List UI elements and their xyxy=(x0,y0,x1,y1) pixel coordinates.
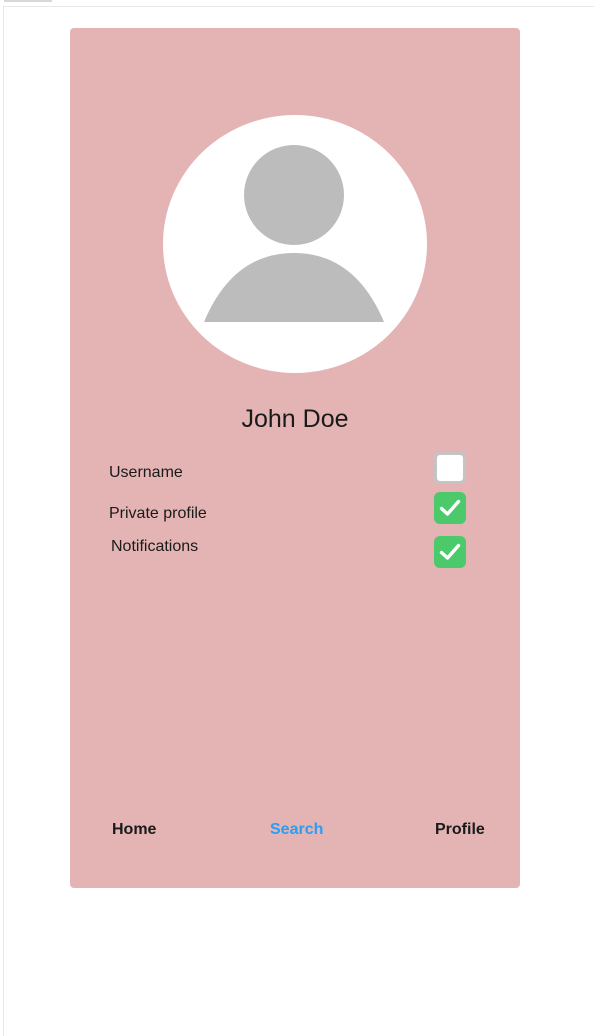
profile-name: John Doe xyxy=(241,405,349,433)
private-profile-checkbox[interactable] xyxy=(434,492,466,524)
nav-home[interactable]: Home xyxy=(112,821,156,839)
nav-profile[interactable]: Profile xyxy=(435,821,485,839)
setting-label-notifications: Notifications xyxy=(111,538,199,555)
profile-card: John Doe Username Private profile Notifi… xyxy=(70,28,520,888)
checkmark-icon xyxy=(439,543,461,560)
viewport: John Doe Username Private profile Notifi… xyxy=(0,0,594,1036)
window-left-border xyxy=(3,6,4,1036)
username-checkbox[interactable] xyxy=(434,452,466,484)
checkmark-icon xyxy=(439,499,461,516)
window-edge-tab xyxy=(4,0,52,2)
setting-label-private-profile: Private profile xyxy=(109,505,207,522)
window-top-border xyxy=(3,6,594,7)
setting-label-username: Username xyxy=(109,464,183,481)
notifications-checkbox[interactable] xyxy=(434,536,466,568)
nav-search[interactable]: Search xyxy=(270,821,323,839)
user-avatar-icon xyxy=(204,145,384,322)
avatar xyxy=(163,115,427,373)
